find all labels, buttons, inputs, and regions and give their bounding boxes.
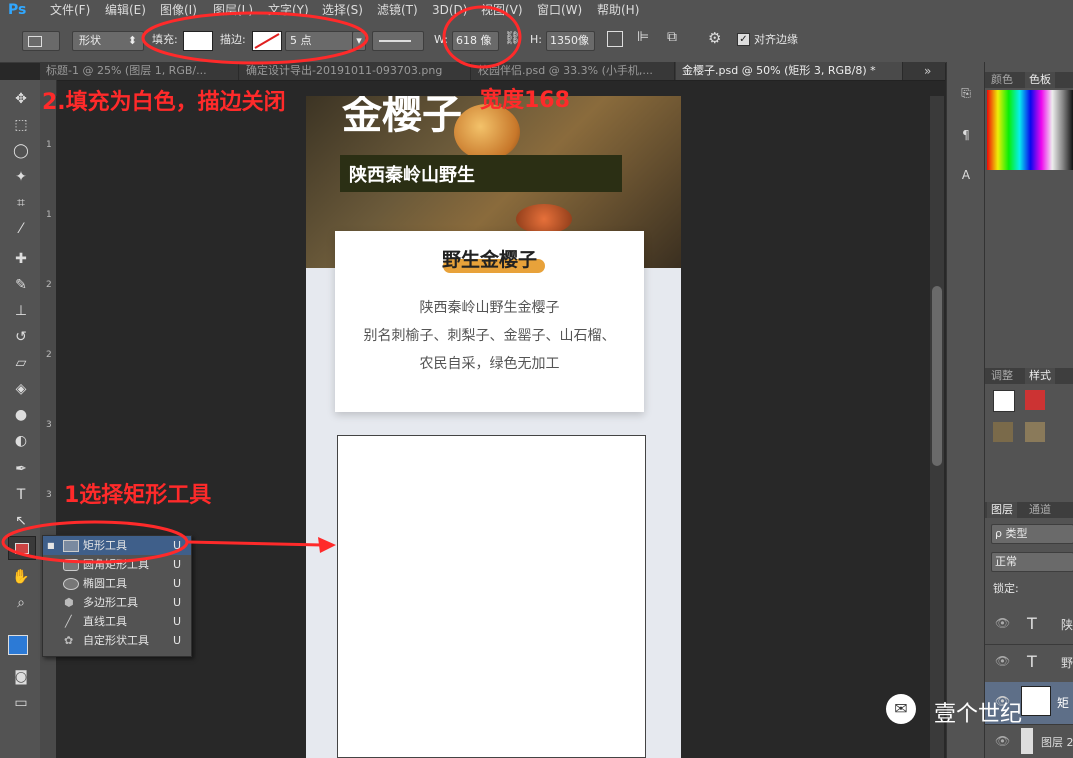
annotation-step2: 2.填充为白色，描边关闭 — [42, 90, 286, 115]
width-circle — [442, 5, 522, 69]
arrow-head-icon — [318, 537, 336, 553]
wechat-icon: ✉ — [886, 694, 916, 724]
rectangle-tool-circle — [1, 520, 189, 564]
annotation-step1: 1选择矩形工具 — [64, 483, 212, 508]
watermark-text: 壹个世纪 — [934, 702, 1023, 727]
fill-stroke-circle — [141, 11, 369, 65]
annotation-arrow — [187, 540, 323, 547]
annotation-width: 宽度168 — [480, 88, 570, 113]
